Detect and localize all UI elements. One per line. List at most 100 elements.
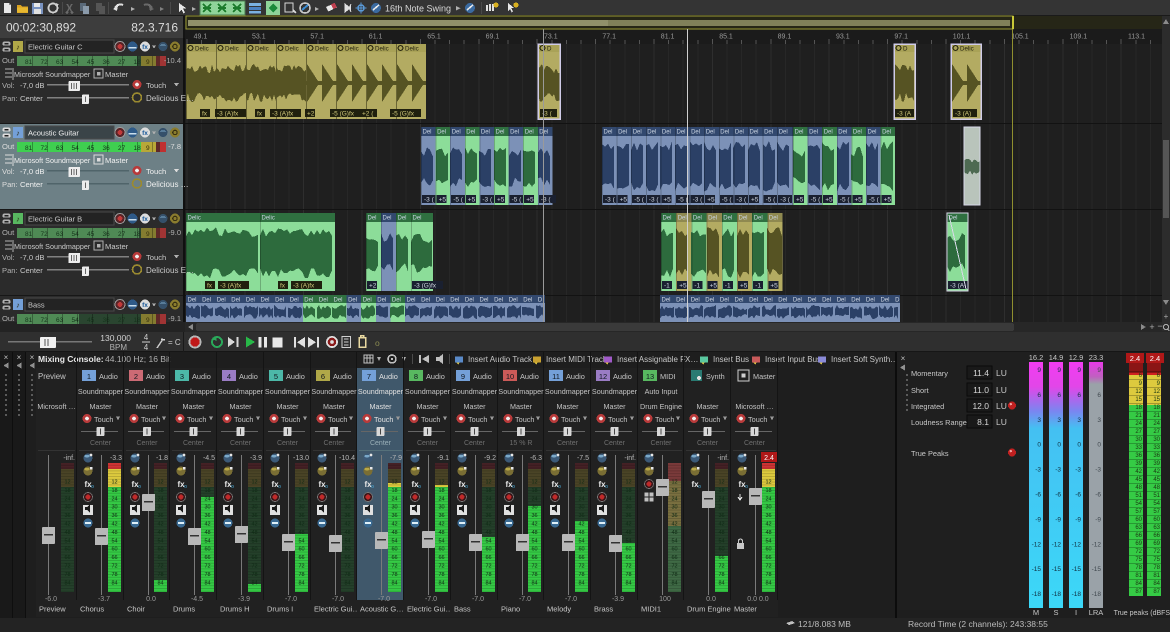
- svg-text:Bass: Bass: [454, 605, 471, 614]
- svg-text:72: 72: [765, 564, 771, 570]
- svg-text:Master: Master: [105, 70, 129, 79]
- svg-text:60: 60: [671, 547, 677, 553]
- svg-text:-3 (: -3 (: [780, 197, 791, 204]
- svg-text:81: 81: [1153, 573, 1160, 579]
- svg-text:105.1: 105.1: [1011, 34, 1029, 41]
- svg-text:30: 30: [1135, 437, 1142, 443]
- svg-text:30: 30: [671, 505, 677, 511]
- svg-text:Del: Del: [676, 298, 685, 304]
- svg-text:Del: Del: [450, 298, 459, 304]
- svg-text:Del: Del: [822, 298, 831, 304]
- svg-text:Center: Center: [323, 440, 345, 447]
- svg-text:-3 (G)fx: -3 (G)fx: [414, 283, 437, 290]
- svg-text:61.1: 61.1: [369, 34, 383, 41]
- svg-text:84: 84: [485, 580, 491, 586]
- svg-text:-5 (: -5 (: [453, 197, 464, 204]
- svg-text:36: 36: [1135, 453, 1142, 459]
- svg-text:-15: -15: [1092, 566, 1102, 573]
- svg-text:12.9: 12.9: [1069, 353, 1084, 362]
- svg-text:Del: Del: [851, 298, 860, 304]
- svg-text:6: 6: [321, 372, 325, 381]
- svg-text:42: 42: [438, 522, 444, 528]
- svg-text:-3 (: -3 (: [693, 197, 704, 204]
- svg-text:113.1: 113.1: [1128, 34, 1145, 41]
- svg-text:36: 36: [391, 513, 397, 519]
- svg-text:84: 84: [157, 580, 163, 586]
- svg-text:Del: Del: [407, 298, 416, 304]
- svg-text:Center: Center: [650, 440, 672, 447]
- svg-text:53.1: 53.1: [252, 34, 266, 41]
- svg-text:24: 24: [344, 496, 350, 502]
- svg-text:101.1: 101.1: [953, 34, 971, 41]
- svg-text:Master: Master: [370, 402, 393, 411]
- svg-text:Master: Master: [417, 402, 440, 411]
- svg-text:60: 60: [298, 547, 304, 553]
- svg-text:×: ×: [4, 353, 9, 362]
- svg-text:24: 24: [438, 496, 444, 502]
- svg-text:Audio: Audio: [613, 372, 632, 381]
- svg-text:Del: Del: [423, 130, 432, 136]
- svg-text:36: 36: [1153, 453, 1160, 459]
- svg-text:24: 24: [671, 496, 677, 502]
- svg-text:1: 1: [87, 372, 91, 381]
- svg-text:18: 18: [485, 488, 491, 494]
- svg-text:84: 84: [344, 580, 350, 586]
- svg-text:Vol:: Vol:: [2, 167, 15, 176]
- svg-text:27: 27: [118, 317, 126, 324]
- svg-text:12: 12: [718, 480, 724, 486]
- svg-text:12: 12: [531, 480, 537, 486]
- svg-text:-7.0: -7.0: [285, 596, 297, 603]
- svg-text:Touch: Touch: [328, 415, 347, 424]
- svg-text:24: 24: [204, 496, 210, 502]
- svg-text:36: 36: [438, 513, 444, 519]
- svg-text:Drum Engine: Drum Engine: [687, 605, 731, 614]
- svg-text:24: 24: [64, 496, 70, 502]
- svg-text:18: 18: [204, 488, 210, 494]
- svg-text:78: 78: [1153, 565, 1160, 571]
- svg-text:18: 18: [531, 488, 537, 494]
- svg-text:54: 54: [111, 538, 117, 544]
- svg-text:Touch: Touch: [748, 415, 767, 424]
- svg-text:Soundmapper: Soundmapper: [218, 387, 264, 396]
- svg-text:-3 (A): -3 (A): [955, 111, 971, 118]
- svg-text:-10.4: -10.4: [339, 455, 355, 462]
- svg-text:+5: +5: [751, 197, 759, 204]
- svg-text:16th Note Swing: 16th Note Swing: [385, 4, 451, 14]
- svg-text:12: 12: [344, 480, 350, 486]
- svg-text:12: 12: [765, 480, 771, 486]
- svg-text:-12: -12: [1092, 541, 1102, 548]
- svg-text:48: 48: [251, 530, 257, 536]
- svg-text:Del: Del: [677, 130, 686, 136]
- svg-text:24: 24: [625, 496, 631, 502]
- svg-text:-9.2: -9.2: [484, 455, 496, 462]
- svg-text:ο: ο: [698, 484, 701, 490]
- svg-text:Master: Master: [136, 402, 159, 411]
- svg-text:66: 66: [391, 555, 397, 561]
- svg-text:36: 36: [103, 59, 111, 66]
- svg-text:60: 60: [204, 547, 210, 553]
- svg-text:Touch: Touch: [281, 415, 300, 424]
- svg-text:54: 54: [531, 538, 537, 544]
- svg-text:42: 42: [485, 522, 491, 528]
- svg-text:36: 36: [64, 513, 70, 519]
- svg-text:Drums H: Drums H: [220, 605, 250, 614]
- svg-text:fx: fx: [142, 44, 148, 51]
- svg-text:fx: fx: [207, 283, 213, 290]
- svg-text:Delic: Delic: [262, 216, 275, 222]
- svg-text:Vol:: Vol:: [2, 253, 15, 262]
- svg-text:33: 33: [1153, 445, 1160, 451]
- svg-text:-3 (: -3 (: [649, 197, 660, 204]
- svg-text:12: 12: [64, 480, 70, 486]
- svg-text:54: 54: [438, 538, 444, 544]
- svg-text:66: 66: [671, 555, 677, 561]
- svg-text:42: 42: [578, 522, 584, 528]
- svg-text:+5: +5: [740, 283, 748, 290]
- svg-text:97.1: 97.1: [894, 34, 908, 41]
- svg-text:9: 9: [146, 59, 150, 66]
- svg-text:0.0: 0.0: [706, 596, 716, 603]
- svg-text:Del: Del: [188, 298, 197, 304]
- svg-text:84: 84: [391, 580, 397, 586]
- svg-text:81.1: 81.1: [661, 34, 675, 41]
- svg-text:ο: ο: [605, 484, 608, 490]
- svg-text:18: 18: [765, 488, 771, 494]
